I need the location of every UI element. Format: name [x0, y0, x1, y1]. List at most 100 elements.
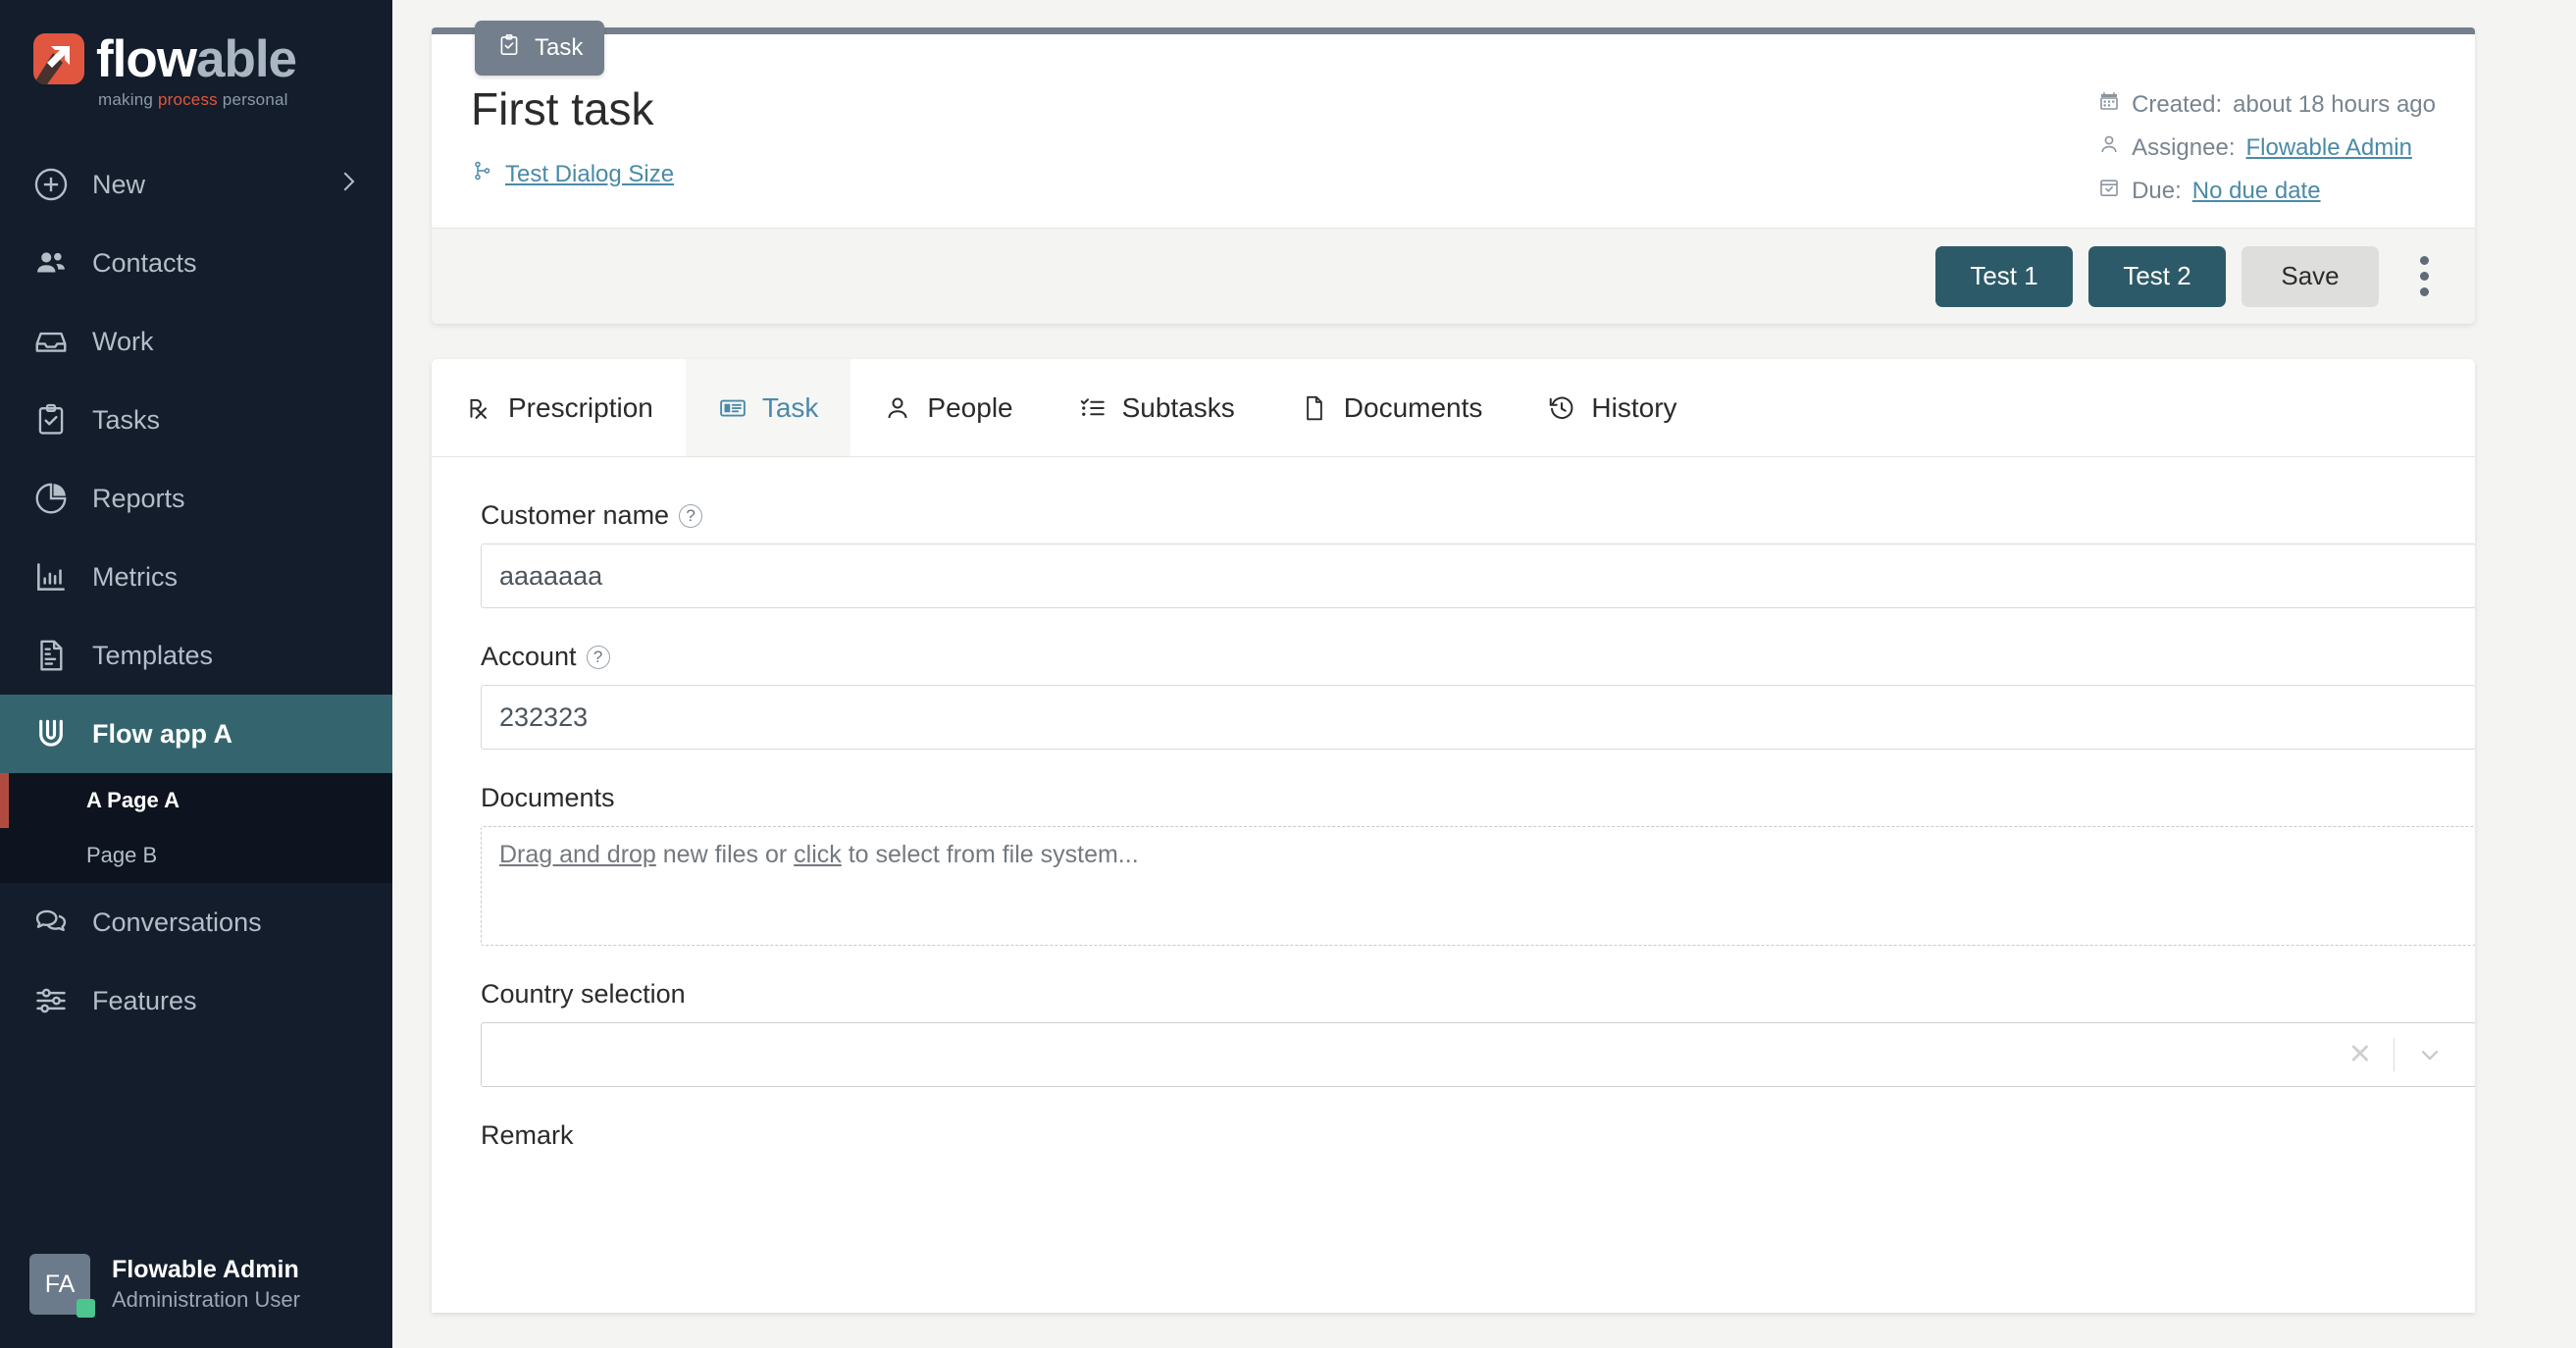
document-icon	[1300, 393, 1329, 423]
meta-created-label: Created:	[2132, 91, 2222, 119]
sidebar-item-conversations[interactable]: Conversations	[0, 883, 392, 961]
country-selection-label: Country selection	[481, 979, 2426, 1010]
sidebar-item-tasks[interactable]: Tasks	[0, 381, 392, 459]
tab-people[interactable]: People	[850, 359, 1045, 456]
sidebar-item-work[interactable]: Work	[0, 302, 392, 381]
sidebar-nav: New Contacts Work	[0, 145, 392, 1220]
magnet-u-icon	[29, 712, 73, 755]
sidebar-item-templates[interactable]: Templates	[0, 616, 392, 695]
meta-due-value[interactable]: No due date	[2192, 178, 2321, 205]
sidebar-item-label: Features	[92, 986, 197, 1016]
sidebar-item-label: Work	[92, 327, 154, 357]
pie-chart-icon	[29, 477, 73, 520]
sidebar-subitem-page-b[interactable]: Page B	[0, 828, 392, 883]
history-clock-icon	[1547, 393, 1576, 423]
account-label-text: Account	[481, 642, 577, 672]
test-2-button[interactable]: Test 2	[2088, 246, 2226, 307]
customer-name-label-text: Customer name	[481, 500, 669, 531]
meta-assignee: Assignee: Flowable Admin	[2097, 132, 2412, 163]
sidebar-subitem-label: Page B	[86, 843, 157, 868]
brand-wordmark: flowable	[96, 33, 296, 85]
field-remark: Remark	[481, 1120, 2426, 1151]
dropzone-click-link[interactable]: click	[794, 841, 842, 868]
tab-prescription[interactable]: Prescription	[432, 359, 686, 456]
task-process-link-row[interactable]: Test Dialog Size	[471, 158, 2097, 190]
sidebar-item-label: Conversations	[92, 907, 262, 938]
process-branch-icon	[471, 158, 494, 190]
task-type-badge-label: Task	[535, 34, 583, 62]
sidebar-item-contacts[interactable]: Contacts	[0, 224, 392, 302]
dropzone-suffix-text: to select from file system...	[842, 841, 1139, 868]
sliders-icon	[29, 979, 73, 1022]
drag-and-drop-text: Drag and drop	[499, 841, 656, 868]
task-form-icon	[718, 393, 747, 423]
calendar-check-icon	[2097, 176, 2121, 206]
question-circle-icon[interactable]: ?	[679, 504, 702, 528]
sidebar-item-label: Tasks	[92, 405, 160, 436]
tab-subtasks[interactable]: Subtasks	[1046, 359, 1267, 456]
meta-created: Created: about 18 hours ago	[2097, 89, 2436, 120]
brand-logo[interactable]: flowable making process personal	[0, 0, 392, 145]
country-selection-dropdown[interactable]: ✕	[481, 1022, 2475, 1087]
user-icon	[2097, 132, 2121, 163]
kebab-menu-icon[interactable]	[2395, 246, 2453, 307]
user-name: Flowable Admin	[112, 1254, 300, 1285]
sidebar-item-flow-app-a[interactable]: Flow app A	[0, 695, 392, 773]
task-action-bar: Test 1 Test 2 Save	[432, 228, 2475, 324]
user-role: Administration User	[112, 1285, 300, 1315]
meta-due: Due: No due date	[2097, 176, 2320, 206]
customer-name-input[interactable]	[481, 544, 2475, 608]
process-definition-link[interactable]: Test Dialog Size	[505, 161, 674, 188]
sidebar-item-metrics[interactable]: Metrics	[0, 538, 392, 616]
tab-history[interactable]: History	[1515, 359, 1709, 456]
brand-word-2: able	[196, 30, 296, 88]
documents-label-text: Documents	[481, 783, 615, 813]
save-button[interactable]: Save	[2241, 246, 2379, 307]
tab-documents[interactable]: Documents	[1267, 359, 1516, 456]
sidebar-item-reports[interactable]: Reports	[0, 459, 392, 538]
task-detail-card: Prescription Task Peop	[432, 359, 2475, 1313]
chevron-right-icon[interactable]	[334, 167, 363, 203]
question-circle-icon[interactable]: ?	[587, 646, 610, 669]
account-label: Account ?	[481, 642, 2426, 672]
user-icon	[883, 393, 912, 423]
meta-assignee-value[interactable]: Flowable Admin	[2246, 134, 2412, 162]
tab-task[interactable]: Task	[686, 359, 851, 456]
prescription-rx-icon	[464, 393, 493, 423]
checklist-icon	[1078, 393, 1108, 423]
brand-word-1: flow	[96, 30, 196, 88]
sidebar-subitem-a-page-a[interactable]: A Page A	[0, 773, 392, 828]
page-title: First task	[471, 81, 2097, 136]
meta-due-label: Due:	[2132, 178, 2182, 205]
tab-label: Prescription	[508, 392, 653, 424]
close-x-icon[interactable]: ✕	[2327, 1041, 2394, 1069]
clipboard-check-icon	[496, 32, 522, 65]
customer-name-label: Customer name ?	[481, 500, 2426, 531]
account-input[interactable]	[481, 685, 2475, 750]
sidebar-user-profile[interactable]: FA Flowable Admin Administration User	[0, 1220, 392, 1348]
sidebar-item-label: Contacts	[92, 248, 197, 279]
documents-label: Documents	[481, 783, 2426, 813]
chevron-down-icon[interactable]	[2395, 1041, 2461, 1068]
dropzone-mid-text: new files or	[656, 841, 794, 868]
sidebar-item-label: Reports	[92, 484, 185, 514]
test-1-button[interactable]: Test 1	[1935, 246, 2073, 307]
task-header-body: First task Test Dialog Size	[432, 34, 2475, 228]
sidebar-item-new[interactable]: New	[0, 145, 392, 224]
sidebar-item-label: New	[92, 170, 145, 200]
meta-assignee-label: Assignee:	[2132, 134, 2235, 162]
bar-chart-icon	[29, 555, 73, 598]
tab-label: Subtasks	[1122, 392, 1235, 424]
sidebar: flowable making process personal New	[0, 0, 392, 1348]
flowable-logo-icon	[33, 33, 84, 84]
sidebar-item-features[interactable]: Features	[0, 961, 392, 1040]
plus-circle-icon	[29, 163, 73, 206]
sidebar-item-label: Metrics	[92, 562, 178, 593]
field-country-selection: Country selection ✕	[481, 979, 2426, 1087]
document-template-icon	[29, 634, 73, 677]
documents-dropzone[interactable]: Drag and drop new files or click to sele…	[481, 826, 2475, 946]
meta-created-value: about 18 hours ago	[2233, 91, 2436, 119]
chat-bubbles-icon	[29, 901, 73, 944]
sidebar-item-label: Flow app A	[92, 719, 232, 750]
field-documents: Documents Drag and drop new files or cli…	[481, 783, 2426, 946]
